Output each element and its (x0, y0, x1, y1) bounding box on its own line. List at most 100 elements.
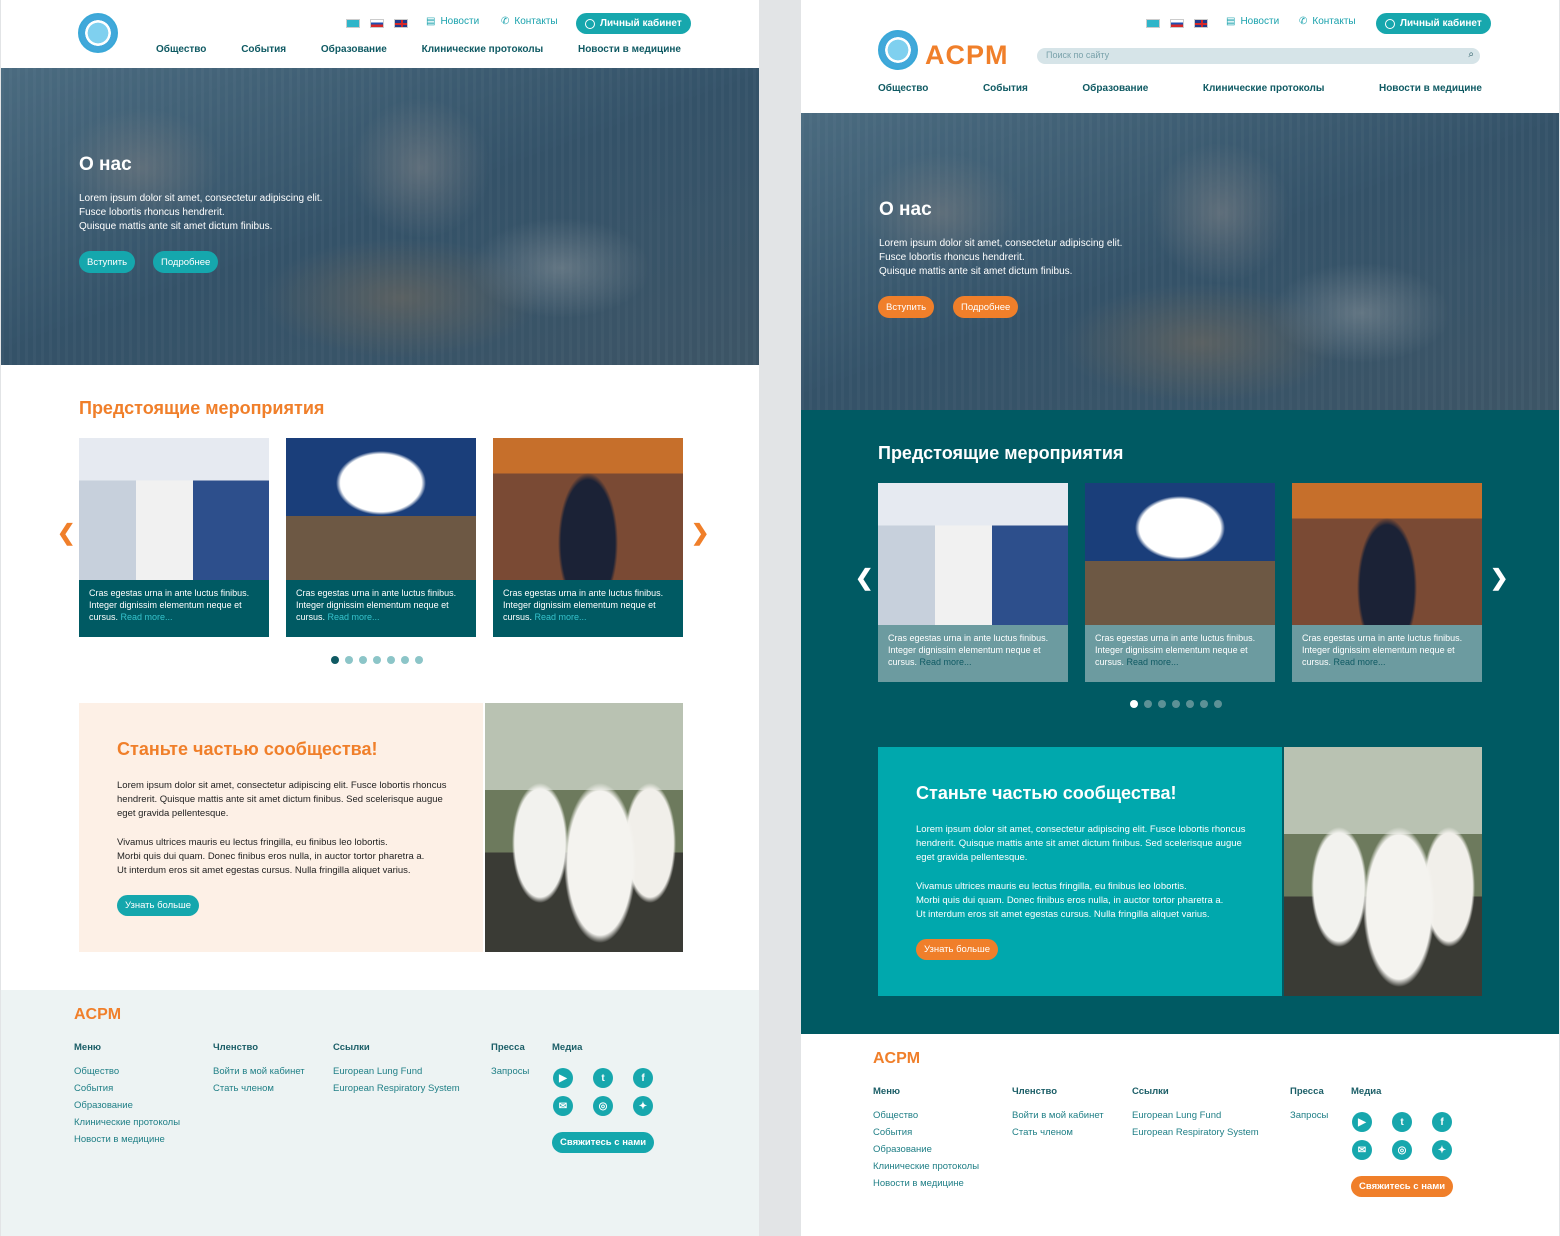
event-card[interactable]: Cras egestas urna in ante luctus finibus… (286, 438, 476, 637)
read-more-link[interactable]: Read more... (1334, 657, 1386, 667)
news-link[interactable]: ▤ Новости (1226, 16, 1279, 27)
carousel-dot[interactable] (359, 656, 367, 664)
footer-link[interactable]: Общество (873, 1110, 979, 1121)
nav-item[interactable]: Образование (1082, 83, 1148, 94)
carousel-dot[interactable] (1186, 700, 1194, 708)
footer-link[interactable]: Клинические протоколы (873, 1161, 979, 1172)
flag-kz-icon[interactable] (1146, 19, 1160, 28)
contacts-link[interactable]: ✆ Контакты (501, 16, 558, 27)
footer-link[interactable]: Войти в мой кабинет (213, 1066, 305, 1077)
footer-link[interactable]: Общество (74, 1066, 180, 1077)
footer-link[interactable]: Запросы (491, 1066, 529, 1077)
search-input[interactable]: Поиск по сайту ⌕ (1037, 48, 1480, 64)
carousel-dot[interactable] (415, 656, 423, 664)
site-brand[interactable]: ACPM (925, 40, 1009, 71)
carousel-dot[interactable] (401, 656, 409, 664)
footer-link[interactable]: European Respiratory System (1132, 1127, 1259, 1138)
footer-link[interactable]: События (873, 1127, 979, 1138)
event-image (1292, 483, 1482, 625)
carousel-dot[interactable] (1144, 700, 1152, 708)
nav-item[interactable]: Общество (878, 83, 928, 94)
nav-item[interactable]: Клинические протоколы (422, 44, 544, 55)
carousel-dot[interactable] (1214, 700, 1222, 708)
footer-link[interactable]: Клинические протоколы (74, 1117, 180, 1128)
nav-item[interactable]: Клинические протоколы (1203, 83, 1325, 94)
contact-us-button[interactable]: Свяжитесь с нами (1351, 1176, 1454, 1197)
twitter-icon[interactable]: ✦ (633, 1096, 653, 1116)
read-more-link[interactable]: Read more... (920, 657, 972, 667)
carousel-dot[interactable] (345, 656, 353, 664)
personal-cabinet-button[interactable]: Личный кабинет (1376, 13, 1491, 34)
read-more-link[interactable]: Read more... (328, 612, 380, 622)
facebook-icon[interactable]: f (1432, 1112, 1452, 1132)
footer-link[interactable]: Стать членом (1012, 1127, 1104, 1138)
event-card[interactable]: Cras egestas urna in ante luctus finibus… (878, 483, 1068, 682)
nav-item[interactable]: Общество (156, 44, 206, 55)
footer-link[interactable]: Образование (873, 1144, 979, 1155)
instagram-icon[interactable]: ◎ (1392, 1140, 1412, 1160)
more-button[interactable]: Подробнее (953, 296, 1019, 318)
nav-item[interactable]: События (241, 44, 286, 55)
carousel-dot[interactable] (1158, 700, 1166, 708)
more-button[interactable]: Подробнее (153, 251, 219, 273)
flag-ru-icon[interactable] (1170, 19, 1184, 28)
personal-cabinet-button[interactable]: Личный кабинет (576, 13, 691, 34)
read-more-link[interactable]: Read more... (121, 612, 173, 622)
tumblr-icon[interactable]: t (1392, 1112, 1412, 1132)
learn-more-button[interactable]: Узнать больше (117, 895, 200, 916)
flag-kz-icon[interactable] (346, 19, 360, 28)
footer-link[interactable]: European Lung Fund (1132, 1110, 1259, 1121)
messenger-icon[interactable]: ✉ (1352, 1140, 1372, 1160)
flag-gb-icon[interactable] (394, 19, 408, 28)
footer-links: Ссылки European Lung Fund European Respi… (1132, 1086, 1259, 1138)
doctors-image (1284, 747, 1482, 996)
footer-link[interactable]: Образование (74, 1100, 180, 1111)
contact-us-button[interactable]: Свяжитесь с нами (552, 1132, 655, 1153)
read-more-link[interactable]: Read more... (535, 612, 587, 622)
search-icon[interactable]: ⌕ (1468, 49, 1474, 60)
carousel-dot[interactable] (1200, 700, 1208, 708)
carousel-next-icon[interactable]: ❯ (691, 520, 709, 546)
nav-item[interactable]: Образование (321, 44, 387, 55)
learn-more-button[interactable]: Узнать больше (916, 939, 999, 960)
youtube-icon[interactable]: ▶ (553, 1068, 573, 1088)
footer-link[interactable]: События (74, 1083, 180, 1094)
footer-link[interactable]: Новости в медицине (873, 1178, 979, 1189)
event-card[interactable]: Cras egestas urna in ante luctus finibus… (493, 438, 683, 637)
event-card[interactable]: Cras egestas urna in ante luctus finibus… (1085, 483, 1275, 682)
nav-item[interactable]: Новости в медицине (1379, 83, 1482, 94)
carousel-dot[interactable] (387, 656, 395, 664)
read-more-link[interactable]: Read more... (1127, 657, 1179, 667)
instagram-icon[interactable]: ◎ (593, 1096, 613, 1116)
footer-link[interactable]: Новости в медицине (74, 1134, 180, 1145)
carousel-prev-icon[interactable]: ❮ (57, 520, 75, 546)
footer-link[interactable]: Запросы (1290, 1110, 1328, 1121)
society-logo-icon[interactable] (878, 30, 918, 70)
carousel-dot[interactable] (373, 656, 381, 664)
nav-item[interactable]: Новости в медицине (578, 44, 681, 55)
join-button[interactable]: Вступить (878, 296, 935, 318)
contacts-link[interactable]: ✆ Контакты (1299, 16, 1356, 27)
nav-item[interactable]: События (983, 83, 1028, 94)
footer-link[interactable]: Войти в мой кабинет (1012, 1110, 1104, 1121)
event-card[interactable]: Cras egestas urna in ante luctus finibus… (79, 438, 269, 637)
carousel-next-icon[interactable]: ❯ (1490, 565, 1508, 591)
news-link[interactable]: ▤ Новости (426, 16, 479, 27)
footer-link[interactable]: Стать членом (213, 1083, 305, 1094)
tumblr-icon[interactable]: t (593, 1068, 613, 1088)
flag-gb-icon[interactable] (1194, 19, 1208, 28)
society-logo-icon[interactable] (78, 13, 118, 53)
carousel-prev-icon[interactable]: ❮ (855, 565, 873, 591)
footer-link[interactable]: European Lung Fund (333, 1066, 460, 1077)
messenger-icon[interactable]: ✉ (553, 1096, 573, 1116)
carousel-dot[interactable] (1172, 700, 1180, 708)
flag-ru-icon[interactable] (370, 19, 384, 28)
carousel-dot[interactable] (331, 656, 339, 664)
youtube-icon[interactable]: ▶ (1352, 1112, 1372, 1132)
carousel-dot[interactable] (1130, 700, 1138, 708)
twitter-icon[interactable]: ✦ (1432, 1140, 1452, 1160)
join-button[interactable]: Вступить (79, 251, 136, 273)
event-card[interactable]: Cras egestas urna in ante luctus finibus… (1292, 483, 1482, 682)
facebook-icon[interactable]: f (633, 1068, 653, 1088)
footer-link[interactable]: European Respiratory System (333, 1083, 460, 1094)
